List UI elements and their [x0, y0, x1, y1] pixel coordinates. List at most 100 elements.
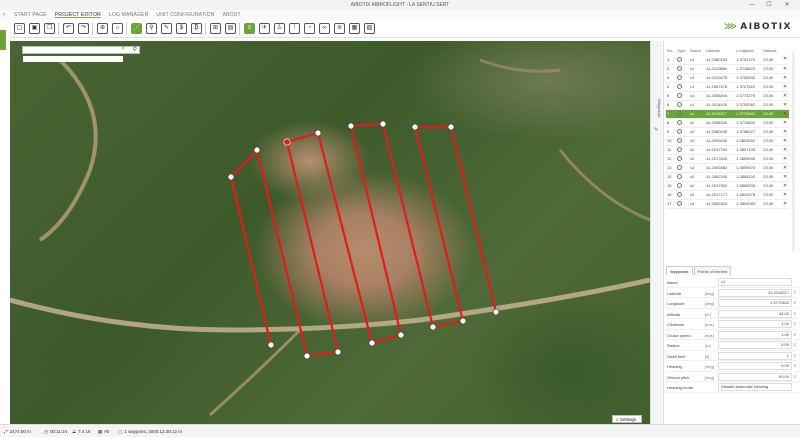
waypoint-marker[interactable]	[314, 129, 322, 137]
spinner-arrows-icon[interactable]: ⇕	[793, 300, 796, 305]
waypoint-type-radio[interactable]	[675, 118, 690, 128]
column-header[interactable]	[782, 46, 789, 55]
brush-icon[interactable]: ✎	[161, 23, 172, 34]
delete-icon[interactable]: ✕	[783, 75, 787, 81]
waypoint-type-radio[interactable]	[675, 73, 690, 83]
copy-icon[interactable]: ❐	[44, 23, 55, 34]
save-icon[interactable]: ▣	[29, 23, 40, 34]
nav-unit-configuration[interactable]: UNIT CONFIGURATION	[152, 10, 218, 20]
table-row[interactable]: 6 x1 41.2014420 1.3752082 23.00 ✕	[666, 100, 789, 110]
tab-waypoints[interactable]: Waypoints	[666, 266, 693, 275]
radio-icon[interactable]	[676, 183, 682, 189]
table-row[interactable]: 17 x3 41.2083303 1.3809083 23.00 ✕	[666, 199, 789, 209]
left-collapse-tab[interactable]	[0, 30, 6, 50]
marker-icon[interactable]: ⚲	[146, 23, 157, 34]
radio-icon[interactable]	[676, 111, 682, 117]
table-row[interactable]: 16 x3 41.2017177 1.3812078 23.00 ✕	[666, 190, 789, 200]
table-row[interactable]: 13 x2 41.2081882 1.3809070 23.00 ✕	[666, 163, 789, 173]
delete-icon[interactable]: ✕	[783, 129, 787, 135]
waypoint-marker[interactable]	[379, 120, 387, 128]
delete-waypoint-icon[interactable]: ✕	[781, 64, 789, 74]
column-header[interactable]: Latitude	[705, 46, 735, 55]
dollar-icon[interactable]: $	[176, 23, 187, 34]
maximize-button[interactable]: ☐	[762, 0, 776, 10]
delete-waypoint-icon[interactable]: ✕	[781, 181, 789, 191]
table-row[interactable]: 10 x2 41.2090430 1.3803000 23.00 ✕	[666, 136, 789, 146]
nav-log-manager[interactable]: LOG MANAGER	[105, 10, 152, 20]
radio-icon[interactable]	[676, 75, 682, 81]
flight-plan-icon[interactable]: ≡	[244, 23, 255, 34]
spinner-arrows-icon[interactable]: ⇕	[793, 321, 796, 326]
property-value-field[interactable]: 1.3770402	[718, 299, 792, 307]
home-icon[interactable]: ⌂	[112, 23, 123, 34]
map-settings-button[interactable]: ≡ Settings	[612, 415, 642, 423]
radio-icon[interactable]	[676, 56, 682, 62]
delete-waypoint-icon[interactable]: ✕	[781, 172, 789, 182]
waypoints-side-tab[interactable]: Waypoints ✎	[650, 41, 662, 424]
delete-waypoint-icon[interactable]: ✕	[781, 127, 789, 137]
waypoint-marker[interactable]	[303, 352, 311, 360]
waypoint-marker[interactable]	[267, 341, 275, 349]
property-value-field[interactable]: 5.00	[718, 341, 792, 349]
waypoint-type-radio[interactable]	[675, 154, 690, 164]
flight-path-line[interactable]	[229, 122, 498, 358]
spinner-arrows-icon[interactable]: ⇕	[793, 311, 796, 316]
property-value-field[interactable]: x1	[718, 278, 792, 286]
table-icon[interactable]: ▦	[349, 23, 360, 34]
delete-icon[interactable]: ✕	[783, 84, 787, 90]
waypoint-marker[interactable]	[459, 317, 467, 325]
radio-icon[interactable]	[676, 192, 682, 198]
delete-waypoint-icon[interactable]: ✕	[781, 91, 789, 101]
property-value-field[interactable]: 1.00	[718, 330, 792, 339]
waypoint-type-radio[interactable]	[675, 163, 690, 173]
delete-waypoint-icon[interactable]: ✕	[781, 136, 789, 146]
waypoint-marker[interactable]	[227, 173, 235, 181]
property-value-field[interactable]: 1	[718, 351, 792, 360]
property-value-field[interactable]: 1.00	[718, 320, 792, 328]
radio-icon[interactable]	[676, 66, 682, 72]
radio-icon[interactable]	[676, 156, 682, 162]
waypoint-marker[interactable]	[334, 348, 342, 356]
table-row[interactable]: 1 x1 41.2380183 1.3751379 23.00 ✕	[666, 55, 789, 65]
delete-waypoint-icon[interactable]: ✕	[781, 82, 789, 92]
column-header[interactable]: Name	[689, 46, 705, 55]
table-row[interactable]: 11 x2 41.2017760 1.3807433 23.00 ✕	[666, 145, 789, 155]
waypoint-type-radio[interactable]	[675, 82, 690, 92]
column-header[interactable]: No.	[666, 46, 676, 55]
column-header[interactable]: Altitude	[762, 46, 782, 55]
clear-search-icon[interactable]: ×	[121, 46, 125, 52]
delete-icon[interactable]: ✕	[783, 93, 787, 99]
delete-icon[interactable]: ✕	[783, 192, 787, 198]
nav-project-editor[interactable]: PROJECT EDITOR	[51, 10, 105, 20]
waypoint-marker[interactable]	[397, 331, 405, 339]
radio-icon[interactable]	[676, 84, 682, 90]
table-row[interactable]: 9 x2 41.2060430 1.3758027 23.00 ✕	[666, 127, 789, 137]
property-value-field[interactable]: 44.00	[718, 309, 792, 318]
image-icon[interactable]: ▨	[364, 23, 375, 34]
nav-start-page[interactable]: START PAGE	[10, 10, 51, 20]
waypoint-type-radio[interactable]	[675, 100, 690, 110]
waypoint-type-radio[interactable]	[675, 64, 690, 74]
waypoint-marker[interactable]	[253, 146, 261, 154]
waypoint-marker[interactable]	[492, 308, 500, 316]
radio-icon[interactable]	[676, 129, 682, 135]
nav-about[interactable]: ABOUT	[219, 10, 245, 20]
delete-waypoint-icon[interactable]: ✕	[781, 73, 789, 83]
property-value-field[interactable]: 41.2018377	[718, 288, 792, 297]
waypoint-type-radio[interactable]	[675, 136, 690, 146]
radio-icon[interactable]	[676, 174, 682, 180]
wifi-icon[interactable]: ≋	[334, 23, 345, 34]
delete-icon[interactable]: ✕	[783, 156, 787, 162]
undo-icon[interactable]: ↶	[63, 23, 74, 34]
waypoint-type-radio[interactable]	[675, 55, 690, 65]
delete-icon[interactable]: ✕	[783, 183, 787, 189]
delete-waypoint-icon[interactable]: ✕	[781, 199, 789, 209]
drone-icon[interactable]: ✈	[259, 23, 270, 34]
delete-waypoint-icon[interactable]: ✕	[781, 55, 789, 65]
antenna-icon[interactable]: ⊺	[289, 23, 300, 34]
spinner-arrows-icon[interactable]: ⇕	[793, 363, 796, 368]
minimize-button[interactable]: —	[745, 0, 759, 10]
waypoint-marker[interactable]	[411, 123, 419, 131]
compass-icon[interactable]: ◔	[304, 23, 315, 34]
spinner-arrows-icon[interactable]: ⇕	[793, 353, 796, 358]
